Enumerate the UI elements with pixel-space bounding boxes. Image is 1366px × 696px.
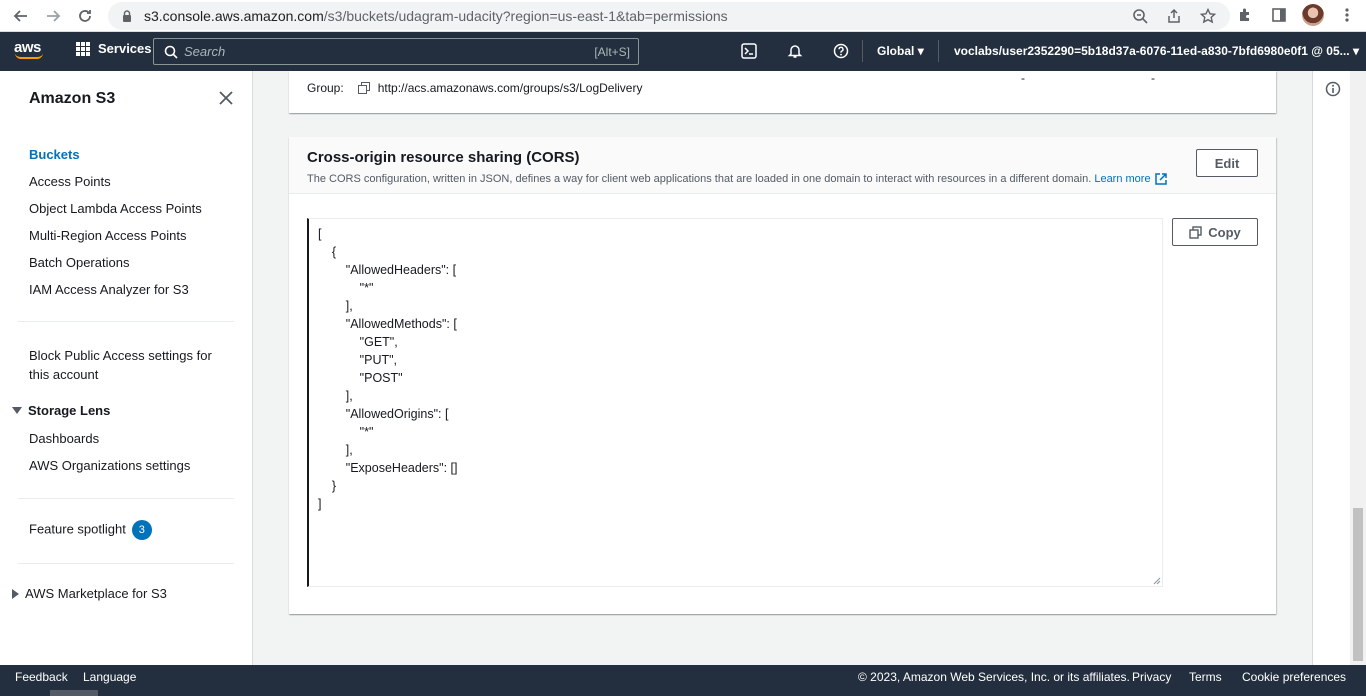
sidebar-item-multi-region[interactable]: Multi-Region Access Points xyxy=(29,228,187,243)
sidebar-item-buckets[interactable]: Buckets xyxy=(29,147,80,162)
language-link[interactable]: Language xyxy=(83,670,136,684)
share-icon[interactable] xyxy=(1164,6,1184,26)
services-label: Services xyxy=(98,41,152,56)
sidebar-item-access-points[interactable]: Access Points xyxy=(29,174,111,189)
terms-link[interactable]: Terms xyxy=(1189,670,1222,684)
services-menu-button[interactable]: Services xyxy=(76,41,152,56)
more-menu-icon[interactable] xyxy=(1336,4,1358,26)
cors-title: Cross-origin resource sharing (CORS) xyxy=(307,149,580,166)
permission-dash: - xyxy=(1021,71,1025,85)
scrollbar-thumb[interactable] xyxy=(50,690,98,696)
code-line: { xyxy=(318,245,337,259)
grid-icon xyxy=(76,41,90,56)
privacy-link[interactable]: Privacy xyxy=(1132,670,1171,684)
scrollbar-thumb[interactable] xyxy=(1353,508,1363,661)
bell-icon[interactable] xyxy=(786,42,804,60)
sidebar-section-storage-lens[interactable]: Storage Lens xyxy=(12,403,110,418)
code-line: ], xyxy=(318,443,353,457)
copy-icon[interactable] xyxy=(357,82,370,94)
code-line: "PUT", xyxy=(318,353,398,367)
extensions-icon[interactable] xyxy=(1234,4,1256,26)
copy-label: Copy xyxy=(1208,224,1241,240)
resize-handle-icon[interactable] xyxy=(1153,577,1161,585)
sidebar-divider xyxy=(18,498,234,499)
code-line: "AllowedHeaders": [ xyxy=(318,263,457,277)
sidebar-item-dashboards[interactable]: Dashboards xyxy=(29,431,99,446)
code-line: "POST" xyxy=(318,371,403,385)
horizontal-scrollbar[interactable] xyxy=(0,689,1366,696)
sidebar-item-batch-operations[interactable]: Batch Operations xyxy=(29,255,129,270)
edit-button[interactable]: Edit xyxy=(1196,149,1258,177)
sidebar-title: Amazon S3 xyxy=(29,90,116,107)
sidebar-divider xyxy=(18,321,234,322)
feedback-link[interactable]: Feedback xyxy=(15,670,68,684)
notification-badge: 3 xyxy=(131,520,152,540)
reload-icon[interactable] xyxy=(74,5,96,27)
aws-logo[interactable]: aws xyxy=(14,39,46,63)
sidebar-item-feature-spotlight[interactable]: Feature spotlight 3 xyxy=(29,520,152,540)
code-line: [ xyxy=(318,227,322,241)
sidebar-divider xyxy=(18,563,234,564)
lock-icon xyxy=(123,10,131,22)
code-line: "*" xyxy=(318,281,374,295)
code-line: "AllowedMethods": [ xyxy=(318,317,457,331)
page-scrollbar[interactable] xyxy=(1350,71,1366,665)
cloudshell-icon[interactable] xyxy=(740,42,758,60)
aws-top-nav: aws Services Search [Alt+S] Global ▾ voc… xyxy=(0,32,1366,71)
cors-description: The CORS configuration, written in JSON,… xyxy=(307,173,1167,185)
search-input[interactable]: Search [Alt+S] xyxy=(153,38,639,65)
sidebar: Amazon S3 Buckets Access Points Object L… xyxy=(0,71,253,665)
caret-down-icon: ▾ xyxy=(917,44,924,58)
cookie-preferences-link[interactable]: Cookie preferences xyxy=(1242,670,1346,684)
search-icon xyxy=(164,45,178,59)
code-line: "ExposeHeaders": [] xyxy=(318,461,458,475)
sidebar-item-iam-analyzer[interactable]: IAM Access Analyzer for S3 xyxy=(29,282,189,297)
account-menu[interactable]: voclabs/user2352290=5b18d37a-6076-11ed-a… xyxy=(954,44,1359,58)
group-label: Group: xyxy=(307,81,344,95)
copyright-text: © 2023, Amazon Web Services, Inc. or its… xyxy=(858,670,1130,684)
permission-dash: - xyxy=(1151,71,1155,85)
address-bar[interactable]: s3.console.aws.amazon.com/s3/buckets/uda… xyxy=(108,2,1230,30)
code-line: ] xyxy=(318,497,322,511)
sidebar-item-block-public-access[interactable]: Block Public Access settings for this ac… xyxy=(29,346,212,384)
bookmark-star-icon[interactable] xyxy=(1198,6,1218,26)
code-line: ], xyxy=(318,299,353,313)
profile-avatar[interactable] xyxy=(1302,4,1324,26)
info-panel-rail xyxy=(1312,71,1350,665)
caret-right-icon xyxy=(12,588,19,599)
info-icon[interactable] xyxy=(1325,81,1341,97)
cors-card: Cross-origin resource sharing (CORS) The… xyxy=(289,137,1276,614)
code-line: "*" xyxy=(318,425,374,439)
caret-down-icon xyxy=(12,407,22,414)
code-line: ], xyxy=(318,389,353,403)
side-panel-icon[interactable] xyxy=(1268,4,1290,26)
group-uri: http://acs.amazonaws.com/groups/s3/LogDe… xyxy=(377,81,643,95)
cors-json-editor[interactable]: [ { "AllowedHeaders": [ "*" ], "AllowedM… xyxy=(307,218,1163,587)
url-text: s3.console.aws.amazon.com/s3/buckets/uda… xyxy=(144,8,728,24)
external-link-icon xyxy=(1154,173,1167,185)
code-line: "AllowedOrigins": [ xyxy=(318,407,449,421)
sidebar-section-marketplace[interactable]: AWS Marketplace for S3 xyxy=(12,586,167,601)
search-placeholder: Search xyxy=(184,44,226,59)
close-icon[interactable] xyxy=(218,90,234,106)
grantee-group-row: Group: http://acs.amazonaws.com/groups/s… xyxy=(307,81,642,95)
browser-toolbar: s3.console.aws.amazon.com/s3/buckets/uda… xyxy=(0,0,1366,32)
grantee-card: Group: http://acs.amazonaws.com/groups/s… xyxy=(289,71,1276,113)
sidebar-item-object-lambda[interactable]: Object Lambda Access Points xyxy=(29,201,202,216)
copy-icon xyxy=(1189,225,1202,239)
region-selector[interactable]: Global ▾ xyxy=(877,44,924,58)
search-shortcut: [Alt+S] xyxy=(594,44,630,59)
copy-button[interactable]: Copy xyxy=(1172,218,1258,246)
code-line: } xyxy=(318,479,337,493)
cors-card-header: Cross-origin resource sharing (CORS) The… xyxy=(289,137,1276,194)
sidebar-item-org-settings[interactable]: AWS Organizations settings xyxy=(29,458,190,473)
zoom-icon[interactable] xyxy=(1130,6,1150,26)
back-icon[interactable] xyxy=(10,5,32,27)
caret-down-icon: ▾ xyxy=(1352,44,1359,58)
help-icon[interactable] xyxy=(832,42,850,60)
learn-more-link[interactable]: Learn more xyxy=(1094,173,1167,185)
code-line: "GET", xyxy=(318,335,398,349)
forward-icon[interactable] xyxy=(42,5,64,27)
footer: Feedback Language © 2023, Amazon Web Ser… xyxy=(0,665,1366,689)
